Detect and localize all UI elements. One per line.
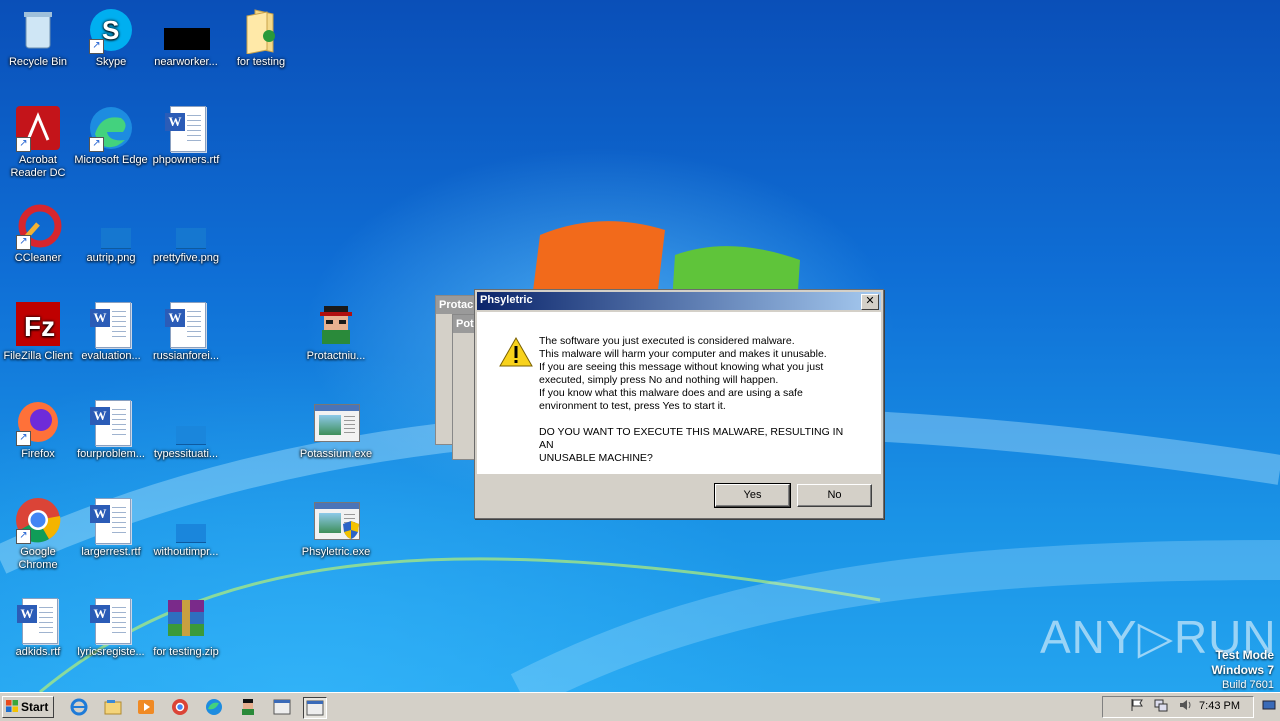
png-file-icon[interactable]: autrip.png [73,202,149,265]
shortcut-arrow-icon: ↗ [16,137,31,152]
close-button[interactable]: ✕ [861,294,879,310]
word-doc-icon[interactable]: W russianforei... [148,300,224,363]
icon-label: Google Chrome [18,546,58,571]
message-line: If you are seeing this message without k… [539,361,824,373]
action-center-flag-icon[interactable] [1130,698,1144,712]
chrome-taskbar-icon[interactable] [169,697,191,717]
desktop: Recycle Bin ↗ Acrobat Reader DC ↗ CClean… [0,0,1280,692]
blank-file-icon[interactable]: withoutimpr... [148,496,224,559]
icon-label: for testing.zip [153,646,219,658]
yes-button[interactable]: Yes [714,483,791,508]
icon-label: Phsyletric.exe [301,546,371,558]
blank-file-icon[interactable]: typessituati... [148,398,224,461]
shortcut-arrow-icon: ↗ [16,529,31,544]
ccleaner-icon[interactable]: ↗ CCleaner [0,202,76,265]
winrar-icon[interactable]: for testing.zip [148,596,224,659]
icon-label: Firefox [21,448,55,460]
volume-icon[interactable] [1178,698,1192,712]
word-doc-icon[interactable]: W adkids.rtf [0,596,76,659]
test-mode-line: Windows 7 [1211,663,1274,677]
exe-icon[interactable]: Potassium.exe [298,398,374,461]
shortcut-arrow-icon: ↗ [89,39,104,54]
word-doc-icon[interactable]: W phpowners.rtf [148,104,224,167]
edge-taskbar-icon[interactable] [203,697,225,717]
start-button[interactable]: Start [2,696,54,718]
shortcut-arrow-icon: ↗ [16,235,31,250]
icon-label: prettyfive.png [152,252,220,264]
word-doc-icon[interactable]: W lyricsregiste... [73,596,149,659]
dialog-body: The software you just executed is consid… [477,312,881,474]
explorer-taskbar-icon[interactable] [102,697,124,717]
icon-label: Microsoft Edge [74,154,148,166]
folder-icon[interactable]: for testing [223,6,299,69]
message-line: The software you just executed is consid… [539,335,795,347]
word-doc-icon[interactable]: W evaluation... [73,300,149,363]
icon-label: for testing [236,56,286,68]
no-button[interactable]: No [797,484,872,507]
icon-label: Acrobat Reader DC [10,154,66,179]
message-line: This malware will harm your computer and… [539,348,827,360]
protactnium-taskbar-icon[interactable] [237,697,259,717]
taskbar-clock[interactable]: 7:43 PM [1199,700,1240,712]
icon-label: nearworker... [154,56,218,68]
show-desktop-icon[interactable] [1262,698,1276,712]
message-line: executed, simply press No and nothing wi… [539,374,779,386]
svg-text:S: S [102,15,119,45]
windows-flag-icon [6,700,18,712]
firefox-icon[interactable]: ↗ Firefox [0,398,76,461]
icon-label: largerrest.rtf [81,546,141,558]
icon-label: Protactniu... [306,350,366,362]
icon-label: Potassium.exe [299,448,373,460]
icon-label: evaluation... [81,350,141,362]
word-doc-icon[interactable]: W largerrest.rtf [73,496,149,559]
active-window-taskbar-icon[interactable] [303,697,327,719]
skype-icon[interactable]: S ↗ Skype [73,6,149,69]
dialog-titlebar[interactable]: Phsyletric ✕ [477,292,881,310]
icon-label: autrip.png [86,252,136,264]
dialog-title: Phsyletric [480,294,533,306]
message-line: environment to test, press Yes to start … [539,400,726,412]
warning-icon [499,336,533,367]
png-file-icon[interactable]: prettyfive.png [148,202,224,265]
icon-label: russianforei... [152,350,220,362]
icon-label: fourproblem... [77,448,145,460]
question-line: DO YOU WANT TO EXECUTE THIS MALWARE, RES… [539,426,844,451]
malware-exe-icon[interactable]: Protactniu... [298,300,374,363]
test-mode-line: Test Mode [1215,648,1274,662]
question-line: UNUSABLE MACHINE? [539,452,653,464]
malware-warning-dialog[interactable]: Phsyletric ✕ The software you just execu… [474,289,884,519]
network-icon[interactable] [1154,698,1168,712]
edge-icon[interactable]: ↗ Microsoft Edge [73,104,149,167]
ie-taskbar-icon[interactable] [68,697,90,717]
taskbar: Start 7:43 PM [0,692,1280,721]
shortcut-arrow-icon: ↗ [16,431,31,446]
test-mode-notice: Test Mode Windows 7 Build 7601 [1211,648,1274,692]
word-doc-icon[interactable]: W fourproblem... [73,398,149,461]
icon-label: Skype [95,56,127,68]
svg-text:Fz: Fz [24,311,55,342]
icon-label: Recycle Bin [8,56,68,68]
icon-label: adkids.rtf [15,646,61,658]
window-taskbar-icon[interactable] [271,697,293,717]
test-mode-line: Build 7601 [1222,679,1274,691]
nearworker-icon[interactable]: nearworker... [148,6,224,69]
icon-label: typessituati... [153,448,219,460]
start-label: Start [21,700,49,714]
icon-label: withoutimpr... [153,546,219,558]
media-player-taskbar-icon[interactable] [135,697,157,717]
shortcut-arrow-icon: ↗ [89,137,104,152]
icon-label: lyricsregiste... [77,646,145,658]
icon-label: FileZilla Client [3,350,73,362]
chrome-icon[interactable]: ↗ Google Chrome [0,496,76,572]
filezilla-icon[interactable]: Fz FileZilla Client [0,300,76,363]
dialog-message: The software you just executed is consid… [539,335,859,465]
message-line: If you know what this malware does and a… [539,387,803,399]
recycle-bin-icon[interactable]: Recycle Bin [0,6,76,69]
acrobat-icon[interactable]: ↗ Acrobat Reader DC [0,104,76,180]
exe-shield-icon[interactable]: Phsyletric.exe [298,496,374,559]
uac-shield-icon [343,521,359,539]
icon-label: CCleaner [14,252,62,264]
icon-label: phpowners.rtf [152,154,220,166]
